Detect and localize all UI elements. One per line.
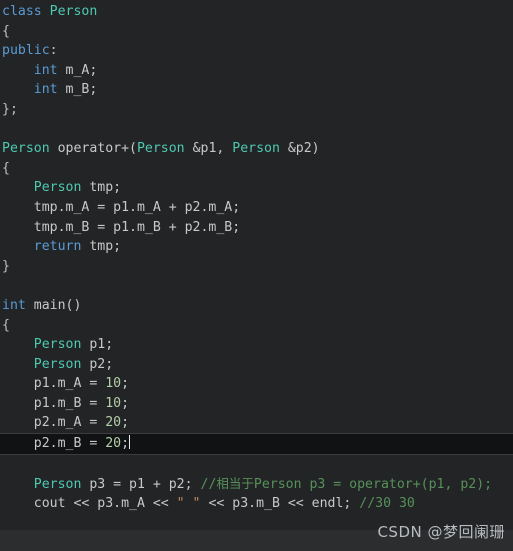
code-token-type: Person	[232, 141, 280, 157]
code-line[interactable]: int m_B;	[0, 80, 513, 100]
code-line-current[interactable]: p2.m_B = 20;	[0, 433, 513, 455]
code-line[interactable]	[0, 120, 513, 140]
code-line[interactable]: p2.m_A = 20;	[0, 413, 513, 433]
code-token-punc: :	[49, 43, 58, 59]
code-token-type: Person	[136, 141, 185, 157]
code-token-pl: << p3.m_B << endl;	[200, 495, 360, 511]
code-line[interactable]: Person p3 = p1 + p2; //相当于Person p3 = op…	[0, 474, 513, 494]
code-line[interactable]: }	[0, 257, 513, 277]
code-token-pl: operator+(	[49, 141, 137, 157]
code-line[interactable]: int main()	[0, 296, 513, 316]
code-token-type: Person	[49, 4, 98, 19]
code-token-pl: tmp.m_B = p1.m_B + p2.m_B;	[2, 219, 241, 235]
code-line[interactable]: tmp.m_A = p1.m_A + p2.m_A;	[0, 198, 513, 218]
code-token-kw: int	[33, 82, 58, 98]
code-token-num: 20	[105, 436, 122, 452]
code-token-pl: p2;	[81, 356, 114, 372]
code-line[interactable]: tmp.m_B = p1.m_B + p2.m_B;	[0, 218, 513, 238]
code-token-type: Person	[33, 356, 82, 372]
code-token-kw: int	[2, 297, 26, 313]
code-token-pl: ;	[121, 395, 130, 411]
code-token-punc: {	[2, 23, 10, 39]
code-token-punc: }	[2, 258, 10, 274]
code-token-punc: };	[2, 101, 18, 117]
code-line[interactable]: class Person	[0, 2, 513, 22]
text-caret	[129, 435, 131, 450]
code-token-type: Person	[2, 141, 50, 157]
code-line[interactable]: Person operator+(Person &p1, Person &p2)	[0, 139, 513, 159]
code-line[interactable]: };	[0, 100, 513, 120]
code-token-type: Person	[33, 337, 82, 353]
code-token-punc: {	[2, 317, 10, 333]
code-token-pl: p1.m_A =	[2, 376, 106, 392]
code-line[interactable]: p1.m_B = 10;	[0, 394, 513, 414]
code-token-kw: public	[2, 43, 50, 59]
code-line[interactable]: p1.m_A = 10;	[0, 374, 513, 394]
code-token-type: Person	[33, 477, 82, 493]
code-editor-surface[interactable]: class Person{public: int m_A; int m_B;};…	[0, 0, 513, 530]
code-token-punc: {	[2, 160, 10, 176]
code-token-num: 10	[105, 376, 122, 392]
code-token-pl: cout << p3.m_A <<	[2, 495, 177, 511]
code-line[interactable]: Person p2;	[0, 355, 513, 375]
code-content[interactable]: class Person{public: int m_A; int m_B;};…	[0, 2, 513, 530]
code-token-pl: ;	[121, 376, 130, 392]
code-token-type: Person	[33, 180, 82, 196]
code-token-pl: p2.m_B =	[2, 436, 106, 452]
code-token-pl: m_A;	[57, 62, 98, 78]
code-token-pl: p2.m_A =	[2, 415, 106, 431]
code-line[interactable]: cout << p3.m_A << " " << p3.m_B << endl;…	[0, 494, 513, 514]
code-line[interactable]: public:	[0, 41, 513, 61]
code-token-cmt: //30 30	[359, 495, 415, 511]
code-token-str: " "	[176, 495, 201, 511]
code-token-pl: ;	[121, 436, 130, 452]
code-line[interactable]: return tmp;	[0, 237, 513, 257]
code-token-pl: &p2)	[279, 141, 320, 157]
code-token-pl: main()	[25, 297, 82, 313]
code-token-pl: p1.m_B =	[2, 395, 106, 411]
code-token-pl: tmp.m_A = p1.m_A + p2.m_A;	[2, 199, 241, 215]
code-token-kw: int	[33, 62, 58, 78]
code-token-pl: &p1,	[184, 141, 233, 157]
code-token-pl: ;	[121, 415, 130, 431]
code-token-pl: tmp;	[81, 239, 122, 255]
code-token-pl: p3 = p1 + p2;	[81, 477, 201, 493]
code-line[interactable]: int m_A;	[0, 61, 513, 81]
code-editor-window: class Person{public: int m_A; int m_B;};…	[0, 0, 513, 551]
code-line[interactable]	[0, 276, 513, 296]
code-line[interactable]: {	[0, 316, 513, 336]
code-line[interactable]: Person tmp;	[0, 178, 513, 198]
code-token-pl: p1;	[81, 337, 114, 353]
code-token-pl: tmp;	[81, 180, 122, 196]
code-line[interactable]: Person p1;	[0, 335, 513, 355]
code-token-kw: class	[2, 4, 42, 19]
code-token-pl: m_B;	[57, 82, 98, 98]
code-line[interactable]: {	[0, 159, 513, 179]
csdn-watermark: CSDN @梦回阑珊	[377, 523, 505, 541]
code-token-num: 10	[105, 395, 122, 411]
code-line[interactable]: {	[0, 22, 513, 42]
code-line[interactable]	[0, 455, 513, 475]
code-token-cmt: //相当于Person p3 = operator+(p1, p2);	[200, 476, 493, 493]
code-token-kw: return	[33, 239, 82, 255]
code-token-num: 20	[105, 415, 122, 431]
